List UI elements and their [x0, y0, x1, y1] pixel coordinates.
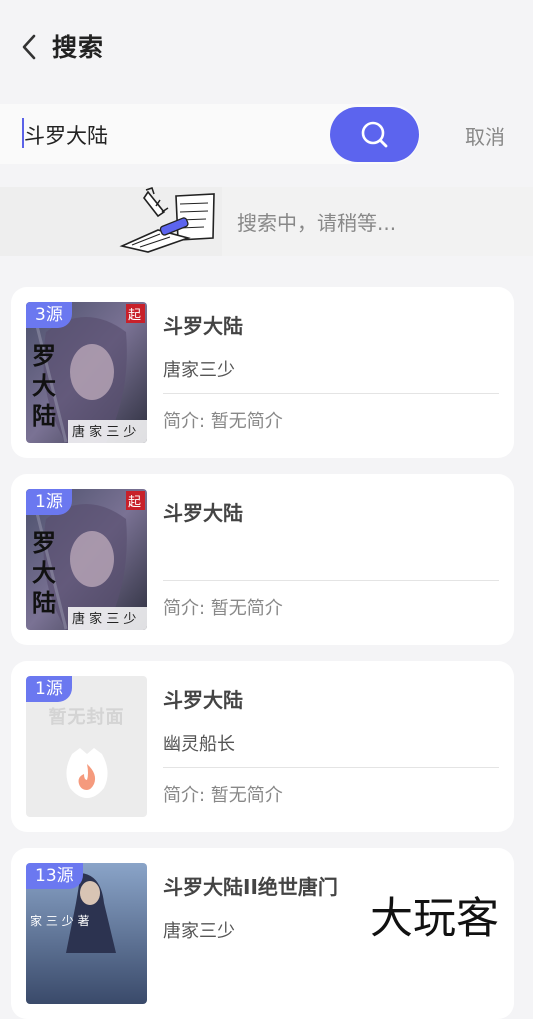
book-intro: 简介: 暂无简介	[163, 785, 283, 806]
search-query-text: 斗罗大陆	[24, 124, 108, 148]
result-card[interactable]: 罗 大 陆 唐 家 三 少 起 3源 斗罗大陆 唐家三少 简介: 暂无简介	[11, 287, 514, 458]
divider	[163, 580, 499, 581]
writing-illustration-icon	[119, 187, 215, 253]
svg-text:家 三 少 著: 家 三 少 著	[30, 913, 89, 928]
book-intro: 简介: 暂无简介	[163, 598, 283, 619]
header: 搜索	[0, 0, 533, 95]
book-cover: 罗 大 陆 唐 家 三 少 起 3源	[26, 302, 147, 443]
source-count-badge: 1源	[26, 489, 72, 515]
no-cover-label: 暂无封面	[48, 707, 125, 728]
flame-icon	[66, 748, 108, 798]
search-icon	[361, 121, 387, 147]
book-author: 唐家三少	[163, 921, 235, 942]
loading-text: 搜索中，请稍等...	[237, 211, 397, 235]
svg-text:大: 大	[32, 371, 56, 400]
book-author: 幽灵船长	[163, 734, 235, 755]
svg-text:罗: 罗	[32, 528, 56, 557]
chevron-left-icon	[22, 34, 36, 60]
book-title: 斗罗大陆	[163, 314, 243, 338]
svg-text:陆: 陆	[32, 588, 56, 617]
book-title: 斗罗大陆II绝世唐门	[163, 875, 338, 899]
book-title: 斗罗大陆	[163, 688, 243, 712]
book-cover-placeholder: 暂无封面 1源	[26, 676, 147, 817]
book-title: 斗罗大陆	[163, 501, 243, 525]
divider	[163, 767, 499, 768]
svg-text:唐 家 三 少: 唐 家 三 少	[72, 611, 136, 627]
source-count-badge: 13源	[26, 863, 83, 889]
source-count-badge: 1源	[26, 676, 72, 702]
book-author: 唐家三少	[163, 360, 235, 381]
search-button[interactable]	[330, 107, 419, 162]
svg-text:陆: 陆	[32, 401, 56, 430]
source-count-badge: 3源	[26, 302, 72, 328]
book-intro: 简介: 暂无简介	[163, 411, 283, 432]
result-card[interactable]: 罗 大 陆 唐 家 三 少 起 1源 斗罗大陆 简介: 暂无简介	[11, 474, 514, 645]
cancel-button[interactable]: 取消	[465, 121, 505, 150]
svg-text:唐 家 三 少: 唐 家 三 少	[72, 424, 136, 440]
svg-text:起: 起	[128, 308, 141, 323]
page-title: 搜索	[52, 33, 105, 62]
svg-text:罗: 罗	[32, 341, 56, 370]
svg-text:大: 大	[32, 558, 56, 587]
book-cover: 罗 大 陆 唐 家 三 少 起 1源	[26, 489, 147, 630]
text-cursor	[22, 118, 24, 148]
divider	[163, 393, 499, 394]
watermark-logo: 大玩客	[370, 894, 499, 944]
result-card[interactable]: 暂无封面 1源 斗罗大陆 幽灵船长 简介: 暂无简介	[11, 661, 514, 832]
svg-text:起: 起	[128, 495, 141, 510]
back-button[interactable]	[14, 30, 44, 64]
book-cover: 家 三 少 著 13源	[26, 863, 147, 1004]
